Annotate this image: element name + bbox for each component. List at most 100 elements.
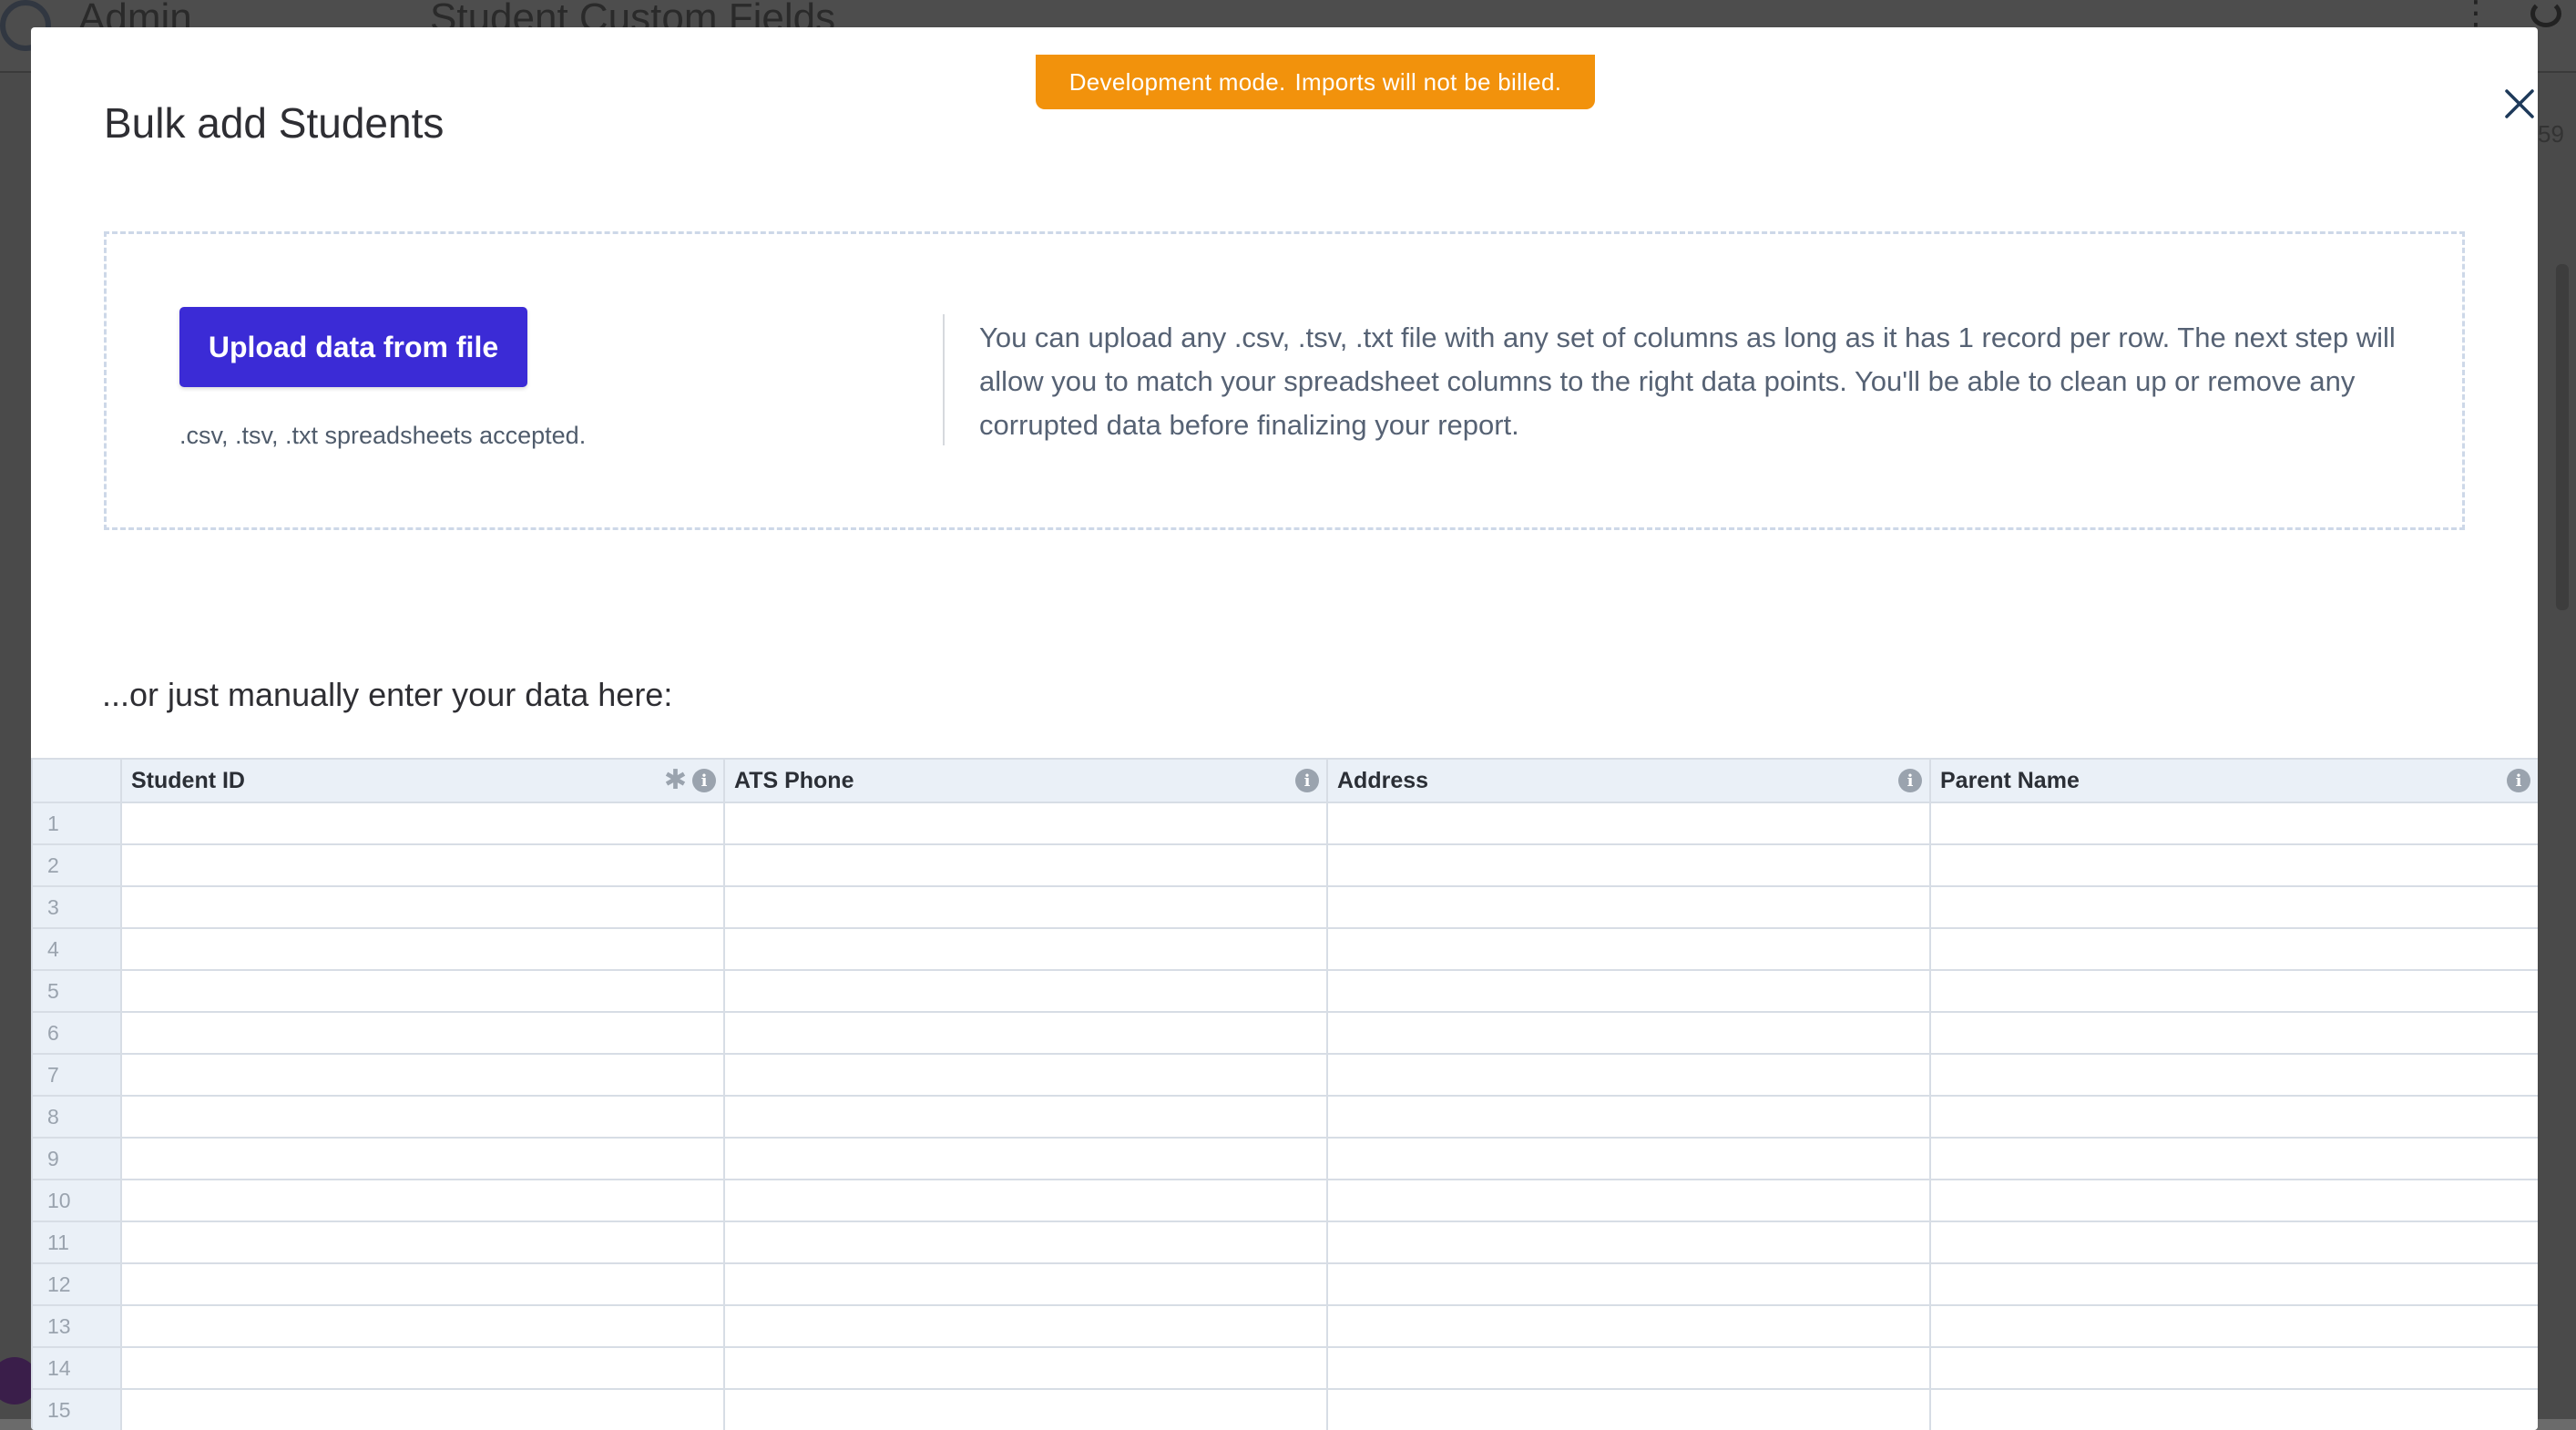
grid-cell[interactable] [1327,802,1930,844]
bulk-add-modal: Bulk add Students Upload data from file … [31,27,2538,1430]
banner-text: Imports will not be billed. [1295,68,1562,97]
info-icon[interactable]: i [2507,769,2530,792]
grid-cell[interactable] [121,1389,724,1430]
table-row: 11 [32,1221,2538,1263]
grid-cell[interactable] [1327,1221,1930,1263]
grid-cell[interactable] [1930,1012,2538,1054]
grid-cell[interactable] [121,1054,724,1096]
row-number: 9 [32,1138,121,1180]
grid-cell[interactable] [1327,928,1930,970]
grid-cell[interactable] [121,886,724,928]
upload-file-button[interactable]: Upload data from file [179,307,527,387]
grid-cell[interactable] [1930,844,2538,886]
row-number: 12 [32,1263,121,1305]
grid-cell[interactable] [724,1221,1327,1263]
grid-cell[interactable] [1327,1263,1930,1305]
table-row: 7 [32,1054,2538,1096]
grid-cell[interactable] [1930,1054,2538,1096]
grid-cell[interactable] [1930,1305,2538,1347]
row-number: 10 [32,1180,121,1221]
grid-cell[interactable] [724,1347,1327,1389]
grid-cell[interactable] [1327,1012,1930,1054]
grid-cell[interactable] [1930,1096,2538,1138]
column-header-student-id[interactable]: Student ID ✱ i [121,759,724,802]
grid-cell[interactable] [1930,970,2538,1012]
grid-cell[interactable] [724,1263,1327,1305]
grid-cell[interactable] [121,1012,724,1054]
grid-cell[interactable] [1930,1138,2538,1180]
row-number: 6 [32,1012,121,1054]
grid-cell[interactable] [1930,1389,2538,1430]
grid-cell[interactable] [121,1180,724,1221]
background-scrollbar [2556,264,2569,610]
grid-cell[interactable] [121,802,724,844]
grid-cell[interactable] [1930,1347,2538,1389]
grid-cell[interactable] [1327,1389,1930,1430]
grid-cell[interactable] [121,1096,724,1138]
upload-dropzone[interactable]: Upload data from file .csv, .tsv, .txt s… [104,231,2465,530]
grid-cell[interactable] [724,1389,1327,1430]
banner-strong: Development mode. [1069,68,1286,97]
table-row: 12 [32,1263,2538,1305]
close-button[interactable] [2501,86,2538,122]
column-label: Student ID [131,768,245,793]
grid-cell[interactable] [724,1305,1327,1347]
grid-cell[interactable] [1327,1054,1930,1096]
info-icon[interactable]: i [1295,769,1319,792]
grid-cell[interactable] [724,802,1327,844]
row-number: 4 [32,928,121,970]
grid-cell[interactable] [121,1347,724,1389]
grid-cell[interactable] [121,1305,724,1347]
grid-cell[interactable] [724,1138,1327,1180]
table-row: 5 [32,970,2538,1012]
grid-cell[interactable] [1930,1180,2538,1221]
grid-cell[interactable] [1327,844,1930,886]
column-header-address[interactable]: Address i [1327,759,1930,802]
grid-cell[interactable] [1327,1347,1930,1389]
background-page-title: Student Custom Fields [430,0,835,29]
grid-cell[interactable] [1327,886,1930,928]
info-icon[interactable]: i [1898,769,1922,792]
info-icon[interactable]: i [692,769,716,792]
grid-cell[interactable] [1930,802,2538,844]
column-header-ats-phone[interactable]: ATS Phone i [724,759,1327,802]
background-app-title: Admin [78,0,192,29]
grid-cell[interactable] [121,1138,724,1180]
grid-cell[interactable] [1327,1180,1930,1221]
grid-cell[interactable] [724,928,1327,970]
grid-cell[interactable] [1327,970,1930,1012]
grid-cell[interactable] [121,928,724,970]
row-number: 13 [32,1305,121,1347]
table-row: 10 [32,1180,2538,1221]
column-header-parent-name[interactable]: Parent Name i [1930,759,2538,802]
grid-cell[interactable] [724,1012,1327,1054]
grid-cell[interactable] [724,1096,1327,1138]
row-number: 3 [32,886,121,928]
grid-cell[interactable] [1930,1221,2538,1263]
table-row: 6 [32,1012,2538,1054]
grid-cell[interactable] [121,1263,724,1305]
grid-cell[interactable] [1930,886,2538,928]
grid-cell[interactable] [121,970,724,1012]
upload-divider [943,314,945,445]
grid-cell[interactable] [121,844,724,886]
table-row: 1 [32,802,2538,844]
manual-entry-label: ...or just manually enter your data here… [102,676,672,714]
grid-cell[interactable] [724,1054,1327,1096]
grid-cell[interactable] [1327,1138,1930,1180]
background-count: 59 [2538,120,2564,148]
grid-cell[interactable] [1327,1096,1930,1138]
row-number: 14 [32,1347,121,1389]
row-number: 15 [32,1389,121,1430]
grid-cell[interactable] [724,886,1327,928]
grid-cell[interactable] [724,1180,1327,1221]
grid-cell[interactable] [1930,1263,2538,1305]
grid-cell[interactable] [724,970,1327,1012]
grid-cell[interactable] [1930,928,2538,970]
table-row: 2 [32,844,2538,886]
grid-cell[interactable] [724,844,1327,886]
table-row: 4 [32,928,2538,970]
table-row: 13 [32,1305,2538,1347]
grid-cell[interactable] [1327,1305,1930,1347]
grid-cell[interactable] [121,1221,724,1263]
